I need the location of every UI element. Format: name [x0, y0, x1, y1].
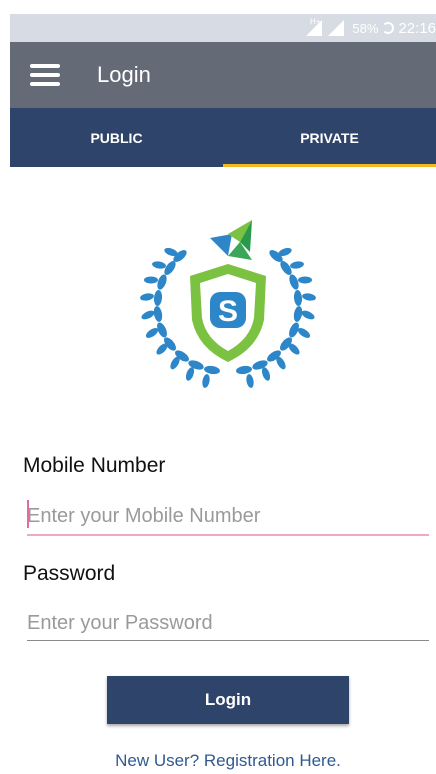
clock: 22:16 — [398, 19, 436, 37]
page-title: Login — [97, 62, 151, 87]
tab-public[interactable]: PUBLIC — [10, 108, 223, 167]
registration-link[interactable]: New User? Registration Here. — [0, 751, 436, 771]
login-button[interactable]: Login — [107, 676, 349, 724]
mobile-number-label: Mobile Number — [23, 454, 166, 477]
password-label: Password — [23, 562, 116, 585]
mobile-number-underline — [27, 534, 429, 536]
network-type: H+ — [309, 16, 321, 26]
tab-private[interactable]: PRIVATE — [223, 108, 436, 167]
password-underline — [27, 640, 429, 641]
app-logo: S — [140, 220, 316, 388]
svg-text:S: S — [218, 295, 238, 328]
hamburger-menu-icon[interactable] — [30, 64, 60, 86]
shield-icon: S — [190, 264, 266, 362]
battery-icon — [382, 22, 395, 34]
text-cursor — [27, 500, 29, 528]
bird-icon — [210, 220, 252, 260]
tab-bar: PUBLIC PRIVATE — [10, 108, 436, 167]
password-input[interactable] — [27, 603, 429, 643]
status-bar: H+ 58% 22:16 — [10, 14, 436, 42]
app-bar: Login — [10, 42, 436, 108]
battery-percentage: 58% — [352, 20, 379, 36]
mobile-number-input[interactable] — [27, 496, 429, 536]
signal-icon-2 — [328, 20, 345, 36]
